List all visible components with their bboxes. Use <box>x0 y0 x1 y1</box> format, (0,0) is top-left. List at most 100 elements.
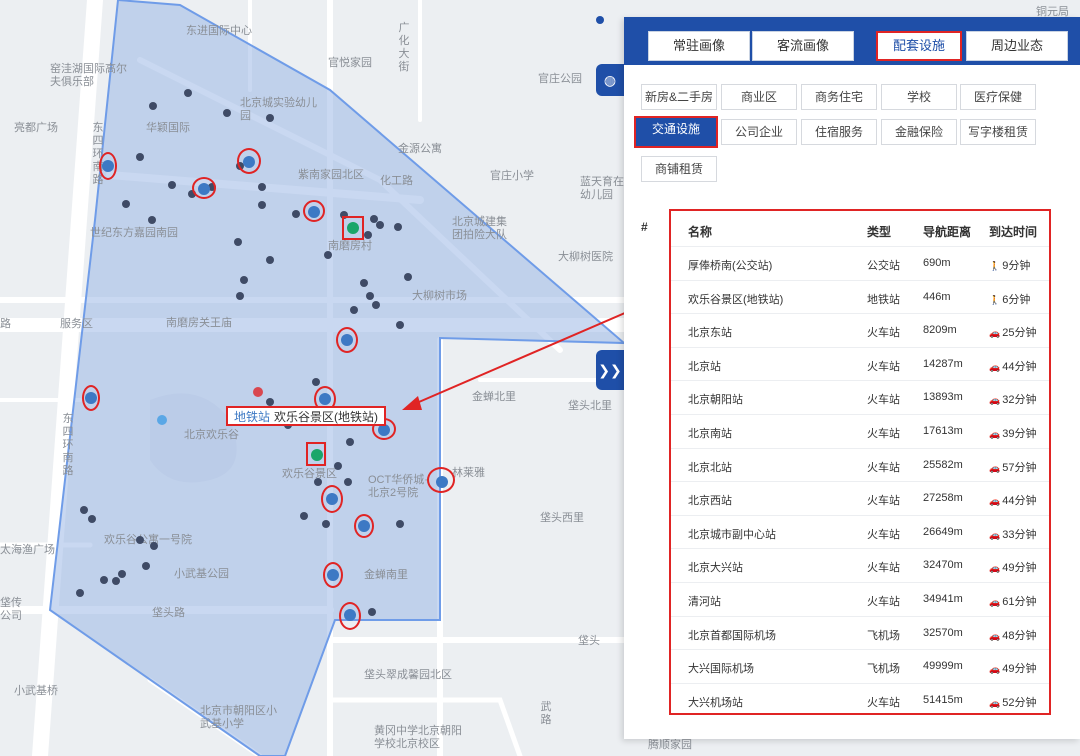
time-value: 52分钟 <box>1002 696 1037 709</box>
tab-resident-profile[interactable]: 常驻画像 <box>648 31 750 61</box>
time-value: 44分钟 <box>1002 360 1037 373</box>
table-row[interactable]: 北京北站 火车站 25582m 🚗 57分钟 <box>671 447 1049 482</box>
time-value: 25分钟 <box>1002 327 1037 340</box>
cell-distance: 17613m <box>923 425 963 437</box>
cell-distance: 51415m <box>923 693 963 706</box>
chip-healthcare[interactable]: 医疗保健 <box>960 84 1036 110</box>
map-label: 亮都广场 <box>14 122 58 134</box>
tooltip-name: 欢乐谷景区(地铁站) <box>274 410 379 424</box>
cell-type: 飞机场 <box>867 663 900 676</box>
chip-office-rental[interactable]: 写字楼租赁 <box>960 119 1036 145</box>
map-label: 南磨房关王庙 <box>166 317 232 329</box>
target-icon: ◍ <box>603 72 617 88</box>
time-value: 33分钟 <box>1002 528 1037 541</box>
map-tool-button[interactable]: ◍ <box>596 64 624 96</box>
map-label: 黄冈中学北京朝阳学校北京校区 <box>374 725 462 750</box>
cell-name: 清河站 <box>688 596 721 608</box>
time-value: 48分钟 <box>1002 629 1037 642</box>
map-label: 服务区 <box>60 318 93 330</box>
map-label: 紫南家园北区 <box>298 169 364 181</box>
cell-type: 火车站 <box>867 394 900 407</box>
map-label: 化工路 <box>380 175 413 187</box>
table-row[interactable]: 北京城市副中心站 火车站 26649m 🚗 33分钟 <box>671 514 1049 549</box>
highlight-marker <box>99 152 117 180</box>
time-value: 49分钟 <box>1002 663 1037 676</box>
cell-time: 🚗 33分钟 <box>989 526 1036 542</box>
cell-type: 火车站 <box>867 495 900 508</box>
car-icon: 🚗 <box>989 664 1001 675</box>
highlight-marker <box>192 177 216 199</box>
map-label: 大柳树市场 <box>412 290 467 302</box>
time-value: 57分钟 <box>1002 461 1037 474</box>
tab-traffic-profile[interactable]: 客流画像 <box>752 31 854 61</box>
table-row[interactable]: 厚俸桥南(公交站) 公交站 690m 🚶 9分钟 <box>671 246 1049 280</box>
map-label: 东四环南路 <box>62 413 74 477</box>
car-icon: 🚗 <box>989 429 1001 439</box>
index-column-header: # <box>641 220 648 234</box>
cell-type: 地铁站 <box>867 293 900 306</box>
car-icon: 🚗 <box>989 395 1001 406</box>
time-value: 39分钟 <box>1002 428 1037 440</box>
chip-shop-rental[interactable]: 商铺租赁 <box>641 156 717 182</box>
map-label: OCT华侨城·北京2号院 <box>368 474 428 499</box>
chip-company[interactable]: 公司企业 <box>721 119 797 145</box>
tab-facilities[interactable]: 配套设施 <box>876 31 962 61</box>
highlight-marker <box>321 485 343 513</box>
cell-name: 大兴机场站 <box>688 696 743 709</box>
chip-lodging[interactable]: 住宿服务 <box>801 119 877 145</box>
table-row[interactable]: 大兴机场站 火车站 51415m 🚗 52分钟 <box>671 682 1049 717</box>
cell-time: 🚗 57分钟 <box>989 459 1036 475</box>
cell-distance: 32470m <box>923 559 963 572</box>
table-row[interactable]: 北京西站 火车站 27258m 🚗 44分钟 <box>671 481 1049 515</box>
cell-name: 北京首都国际机场 <box>688 629 776 642</box>
cell-distance: 446m <box>923 290 951 303</box>
cell-distance: 14287m <box>923 357 963 370</box>
highlight-marker <box>342 216 364 240</box>
tab-nearby-business[interactable]: 周边业态 <box>966 31 1068 61</box>
cell-distance: 26649m <box>923 525 963 538</box>
highlight-marker <box>323 562 343 588</box>
table-row[interactable]: 欢乐谷景区(地铁站) 地铁站 446m 🚶 6分钟 <box>671 279 1049 314</box>
cell-name: 欢乐谷景区(地铁站) <box>688 293 784 306</box>
table-row[interactable]: 清河站 火车站 34941m 🚗 61分钟 <box>671 582 1049 616</box>
chip-finance[interactable]: 金融保险 <box>881 119 957 145</box>
table-row[interactable]: 北京南站 火车站 17613m 🚗 39分钟 <box>671 414 1049 448</box>
cell-name: 北京西站 <box>688 495 732 508</box>
table-row[interactable]: 大兴国际机场 飞机场 49999m 🚗 49分钟 <box>671 649 1049 683</box>
cell-time: 🚗 32分钟 <box>989 391 1036 407</box>
table-row[interactable]: 北京东站 火车站 8209m 🚗 25分钟 <box>671 313 1049 347</box>
cell-time: 🚶 6分钟 <box>989 291 1030 307</box>
cell-name: 北京东站 <box>688 327 732 340</box>
cell-type: 公交站 <box>867 260 900 272</box>
highlight-marker <box>303 200 325 222</box>
chip-housing[interactable]: 新房&二手房 <box>641 84 717 110</box>
highlight-marker <box>354 514 374 538</box>
car-icon: 🚗 <box>989 462 1001 473</box>
map-label: 官悦家园 <box>328 57 372 69</box>
table-row[interactable]: 北京站 火车站 14287m 🚗 44分钟 <box>671 346 1049 381</box>
map-label: 窑洼湖国际高尔夫俱乐部 <box>50 63 127 88</box>
chip-commercial-area[interactable]: 商业区 <box>721 84 797 110</box>
map-label: 官庄公园 <box>538 73 582 85</box>
tab-bar: 常驻画像 客流画像 配套设施 周边业态 <box>624 17 1080 65</box>
map-label: 小武基公园 <box>174 568 229 580</box>
highlight-marker <box>336 327 358 353</box>
station-tooltip: 地铁站 欢乐谷景区(地铁站) <box>226 406 387 426</box>
map-label: 世纪东方嘉园南园 <box>90 227 178 239</box>
table-row[interactable]: 北京大兴站 火车站 32470m 🚗 49分钟 <box>671 548 1049 582</box>
walking-icon: 🚶 <box>989 261 1001 271</box>
map-label: 垡传公司 <box>0 597 22 622</box>
chip-transport[interactable]: 交通设施 <box>634 116 718 148</box>
map-label: 南磨房村 <box>328 240 372 252</box>
cell-time: 🚶 9分钟 <box>989 257 1030 273</box>
cell-type: 飞机场 <box>867 629 900 642</box>
time-value: 49分钟 <box>1002 562 1037 575</box>
chip-residential[interactable]: 商务住宅 <box>801 84 877 110</box>
chip-school[interactable]: 学校 <box>881 84 957 110</box>
panel-toggle-button[interactable]: ❯❯ <box>596 350 624 390</box>
walking-icon: 🚶 <box>989 294 1001 305</box>
facilities-panel: 常驻画像 客流画像 配套设施 周边业态 新房&二手房 商业区 商务住宅 学校 医… <box>624 17 1080 739</box>
car-icon: 🚗 <box>989 630 1001 641</box>
table-row[interactable]: 北京首都国际机场 飞机场 32570m 🚗 48分钟 <box>671 615 1049 650</box>
table-row[interactable]: 北京朝阳站 火车站 13893m 🚗 32分钟 <box>671 380 1049 414</box>
